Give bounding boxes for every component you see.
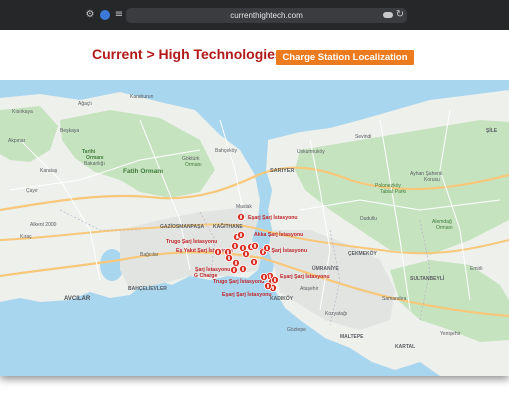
station-marker[interactable]: [250, 241, 259, 250]
station-marker[interactable]: [231, 258, 240, 267]
map-view[interactable]: Ağaçlı Kısırkaya Karaburun Beşkaya Karat…: [0, 80, 509, 376]
station-marker[interactable]: [236, 212, 245, 221]
place-maltepe: MALTEPE: [340, 334, 364, 340]
place-cayir: Çayır: [26, 188, 38, 194]
place-gaziosmanpasa: GAZİOSMANPAŞA: [160, 223, 204, 230]
station-marker[interactable]: [263, 281, 272, 290]
shield-icon[interactable]: ⚙: [84, 9, 96, 21]
place-tabiat-parki: Tabiat Parkı: [380, 189, 406, 195]
place-maslak: Maslak: [236, 204, 252, 210]
place-ormani-2: Ormanı: [185, 162, 202, 168]
place-bahcekoy: Bahçeköy: [215, 148, 237, 154]
place-umraniye: ÜMRANİYE: [312, 265, 339, 272]
place-bagcilar: Bağcılar: [140, 252, 159, 258]
place-kadikoy: KADIKÖY: [270, 295, 294, 302]
place-dudullu: Dudullu: [360, 216, 377, 222]
place-avcilar: AVCILAR: [64, 296, 91, 302]
place-sultanbeyli: SULTANBEYLİ: [410, 275, 445, 282]
place-agacli: Ağaçlı: [78, 101, 92, 107]
station-marker[interactable]: [230, 241, 239, 250]
place-beskaya: Beşkaya: [60, 128, 79, 134]
place-alkent: Alkent 2000: [30, 222, 57, 228]
place-bahcelievler: BAHÇELİEVLER: [128, 285, 167, 292]
translate-icon[interactable]: [382, 9, 394, 21]
station-marker[interactable]: [224, 253, 233, 262]
station-marker[interactable]: [229, 265, 238, 274]
station-marker[interactable]: [241, 249, 250, 258]
place-kozyatagi: Kozyatağı: [325, 311, 347, 317]
station-label-6: Şarj İstasyonu: [195, 266, 230, 273]
station-label-10: Eşarj Şarj İstasyonu: [222, 291, 272, 298]
brand-title: Current > High Technologies: [92, 46, 283, 62]
station-marker[interactable]: [270, 275, 279, 284]
station-label-9: Trugo Şarj İstasyonu: [213, 278, 264, 285]
place-sile: ŞİLE: [486, 127, 498, 134]
station-label-8: Eşarj Şarj İstasyonu: [280, 273, 330, 280]
place-bakanligi: Bakanlığı: [84, 161, 105, 167]
browser-window: ⚙ ≡ currenthightech.com ↻ Current > High…: [0, 0, 509, 376]
station-marker[interactable]: [262, 243, 271, 252]
address-bar[interactable]: currenthightech.com: [126, 8, 407, 23]
place-ormani-3: Ormanı: [436, 225, 453, 231]
station-label-2: Akka Şarj İstasyonu: [254, 231, 303, 238]
place-samandira: Samandıra: [382, 296, 407, 302]
place-emirli: Emirli: [470, 266, 483, 272]
station-marker[interactable]: [238, 264, 247, 273]
station-marker[interactable]: [213, 247, 222, 256]
place-goztepe: Göztepe: [287, 327, 306, 333]
place-kartal: KARTAL: [395, 344, 415, 350]
page-header: Current > High Technologies: [0, 30, 509, 80]
place-karatas: Karataş: [40, 168, 58, 174]
place-kagithane: KAĞITHANE: [213, 222, 243, 230]
privacy-report-icon[interactable]: [99, 9, 111, 21]
place-kirac: Kıraç: [20, 234, 32, 240]
place-sevindi: Sevindi: [355, 134, 371, 140]
place-atasehir: Ataşehir: [300, 286, 319, 292]
reload-icon[interactable]: ↻: [394, 9, 406, 21]
address-bar-url[interactable]: currenthightech.com: [126, 8, 407, 23]
place-uskumrukoy: Uskumruköy: [297, 149, 325, 155]
place-karaburun: Karaburun: [130, 94, 154, 100]
station-label-3: Trugo Şarj İstasyonu: [166, 238, 217, 245]
place-korusu: Korusu: [424, 177, 440, 183]
place-akpinar: Akpınar: [8, 138, 26, 144]
map-canvas[interactable]: Ağaçlı Kısırkaya Karaburun Beşkaya Karat…: [0, 80, 509, 376]
station-marker[interactable]: [236, 230, 245, 239]
place-sariyer: SARIYER: [270, 168, 294, 174]
place-cekmekoy: ÇEKMEKÖY: [348, 250, 378, 257]
product-badge[interactable]: Charge Station Localization: [276, 50, 414, 65]
station-marker[interactable]: [249, 257, 258, 266]
place-yenisehir: Yenişehir: [440, 331, 461, 337]
page-settings-icon[interactable]: ≡: [113, 9, 125, 21]
browser-toolbar: ⚙ ≡ currenthightech.com ↻: [0, 0, 509, 31]
station-label-1: Eşarj Şarj İstasyonu: [248, 214, 298, 221]
place-kisirkaya: Kısırkaya: [12, 109, 33, 115]
place-fatih-ormani: Fatih Ormanı: [123, 168, 163, 175]
station-marker[interactable]: [259, 272, 268, 281]
